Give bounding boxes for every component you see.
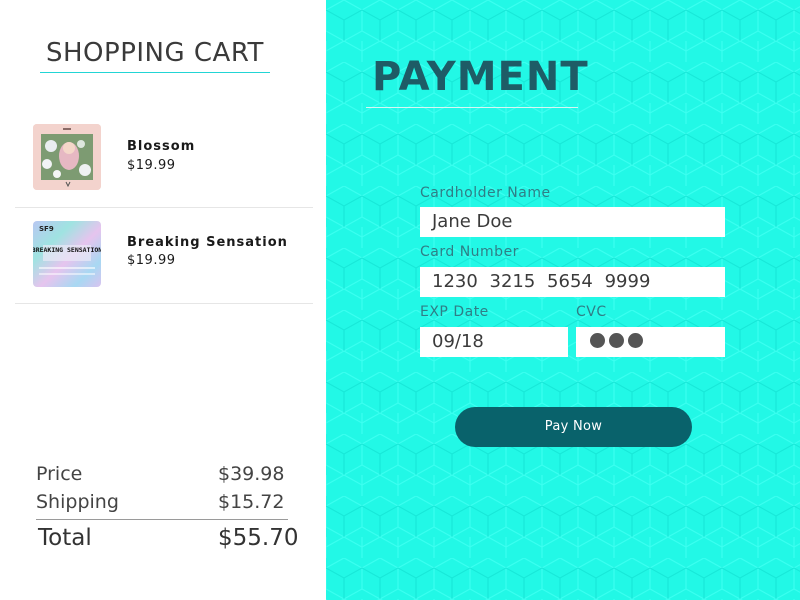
item-name: Blossom [127, 139, 196, 154]
masked-digit [609, 333, 624, 348]
cvc-input[interactable] [576, 327, 725, 357]
pay-now-button[interactable]: Pay Now [455, 407, 692, 447]
masked-digit [628, 333, 643, 348]
shipping-label: Shipping [36, 491, 119, 513]
item-price: $19.99 [127, 158, 176, 173]
exp-date-label: EXP Date [420, 304, 489, 320]
album-art-text: BREAKING SENSATION [33, 246, 101, 254]
total-label: Total [38, 525, 92, 551]
price-label: Price [36, 463, 83, 485]
price-value: $39.98 [218, 463, 285, 485]
album-cover-breaking-sensation[interactable]: SF9 BREAKING SENSATION [33, 221, 101, 287]
payment-panel: PAYMENT Cardholder Name Jane Doe Card Nu… [326, 0, 800, 600]
total-value: $55.70 [218, 525, 299, 551]
album-logo: SF9 [39, 225, 54, 233]
cart-item[interactable]: SF9 BREAKING SENSATION Breaking Sensatio… [15, 207, 313, 304]
payment-title: PAYMENT [372, 54, 589, 100]
cart-title: SHOPPING CART [46, 38, 264, 68]
masked-digit [590, 333, 605, 348]
payment-title-underline [366, 107, 578, 108]
cvc-label: CVC [576, 304, 607, 320]
cart-title-underline [40, 72, 270, 73]
shipping-value: $15.72 [218, 491, 285, 513]
card-number-label: Card Number [420, 244, 519, 260]
shopping-cart-panel: SHOPPING CART Blossom $19.99 SF9 BREAKIN… [0, 0, 326, 600]
card-number-input[interactable]: 1230 3215 5654 9999 [420, 267, 725, 297]
cardholder-label: Cardholder Name [420, 185, 551, 201]
item-price: $19.99 [127, 253, 176, 268]
item-name: Breaking Sensation [127, 235, 288, 250]
cardholder-name-input[interactable]: Jane Doe [420, 207, 725, 237]
cart-item[interactable]: Blossom $19.99 [15, 111, 313, 208]
exp-date-input[interactable]: 09/18 [420, 327, 568, 357]
album-cover-blossom[interactable] [33, 124, 101, 190]
summary-divider [36, 519, 288, 520]
